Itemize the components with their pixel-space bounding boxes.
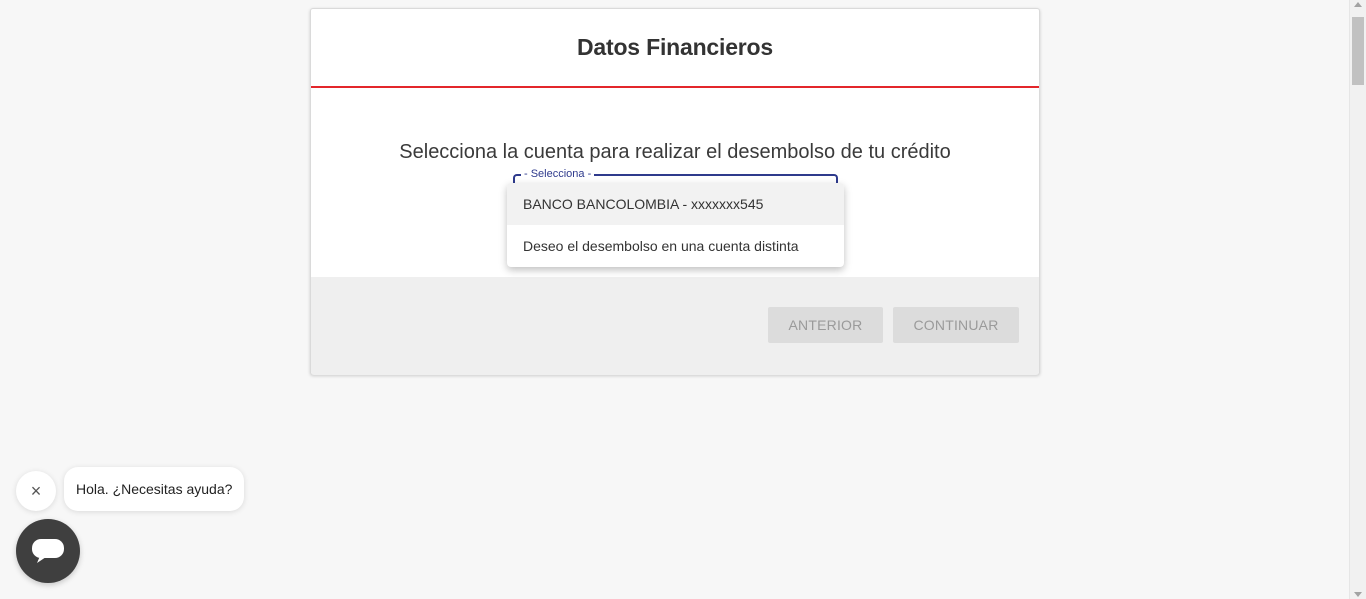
continue-button[interactable]: CONTINUAR [893, 307, 1019, 343]
financial-data-card: Datos Financieros Selecciona la cuenta p… [310, 8, 1040, 375]
card-footer: ANTERIOR CONTINUAR [311, 277, 1039, 375]
account-option-other[interactable]: Deseo el desembolso en una cuenta distin… [507, 225, 844, 267]
scroll-up-icon[interactable] [1354, 2, 1362, 7]
chat-launcher-button[interactable] [16, 519, 80, 583]
chat-greeting-text: Hola. ¿Necesitas ayuda? [76, 481, 233, 497]
scroll-thumb[interactable] [1352, 17, 1364, 85]
account-dropdown-menu: BANCO BANCOLOMBIA - xxxxxxx545 Deseo el … [507, 183, 844, 267]
chat-icon [32, 539, 64, 563]
account-prompt: Selecciona la cuenta para realizar el de… [399, 141, 951, 163]
chat-greeting-bubble[interactable]: Hola. ¿Necesitas ayuda? [64, 467, 245, 511]
account-option-bancolombia[interactable]: BANCO BANCOLOMBIA - xxxxxxx545 [507, 183, 844, 225]
card-header: Datos Financieros [311, 9, 1039, 88]
page-title: Datos Financieros [577, 34, 773, 60]
scroll-down-icon[interactable] [1354, 592, 1362, 597]
previous-button[interactable]: ANTERIOR [768, 307, 883, 343]
card-body: Selecciona la cuenta para realizar el de… [311, 88, 1039, 277]
page-scrollbar[interactable] [1349, 0, 1366, 599]
close-icon: × [30, 480, 42, 501]
account-select-label: - Selecciona - [521, 168, 595, 180]
chat-close-button[interactable]: × [16, 471, 56, 511]
